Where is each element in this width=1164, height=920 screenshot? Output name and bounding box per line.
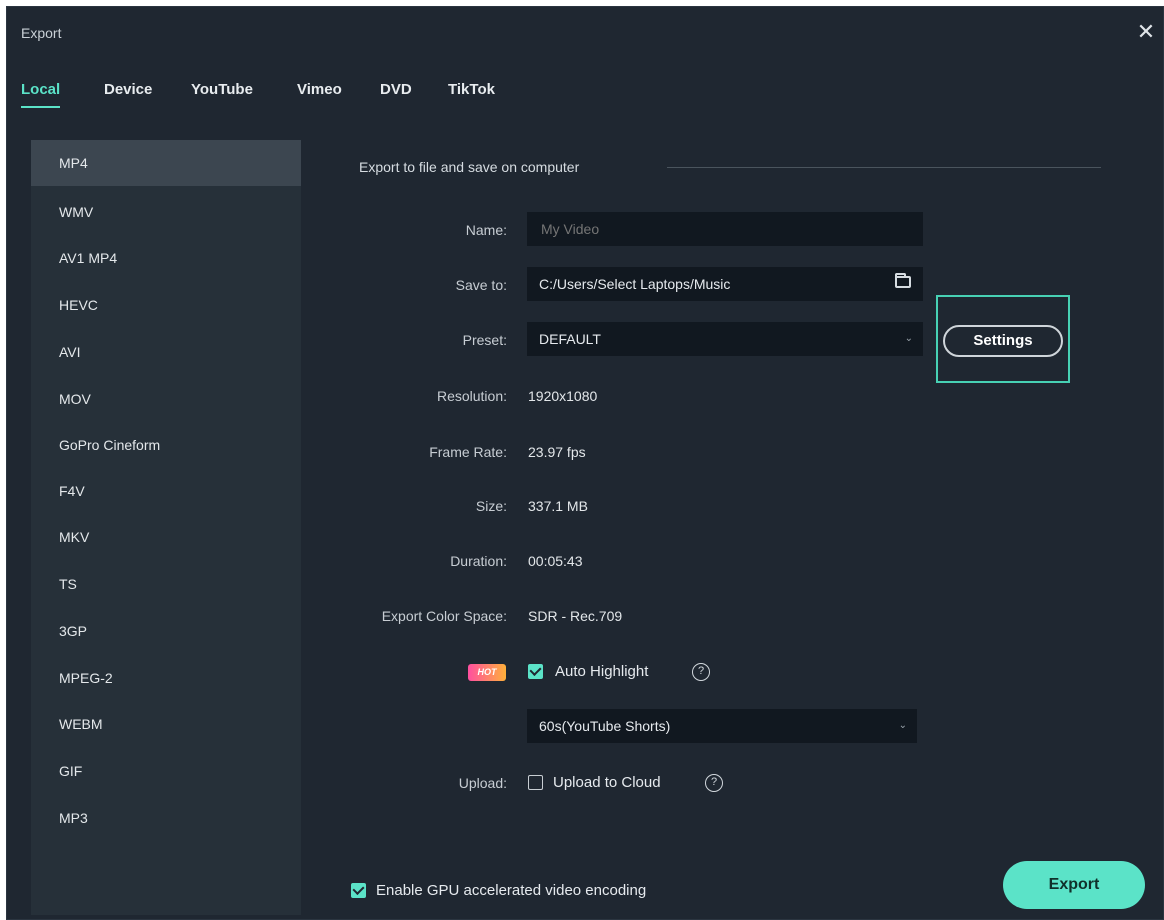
section-divider bbox=[667, 167, 1101, 168]
auto-highlight-checkbox[interactable] bbox=[528, 664, 543, 679]
color-space-value: SDR - Rec.709 bbox=[528, 608, 623, 624]
format-item-av1-mp4[interactable]: AV1 MP4 bbox=[31, 235, 301, 281]
gpu-encoding-label[interactable]: Enable GPU accelerated video encoding bbox=[376, 882, 646, 899]
name-input[interactable] bbox=[539, 220, 903, 238]
name-label: Name: bbox=[465, 222, 507, 238]
preset-select[interactable]: DEFAULT ⌄ bbox=[527, 322, 923, 356]
tab-dvd[interactable]: DVD bbox=[380, 81, 412, 98]
auto-highlight-duration-select[interactable]: 60s(YouTube Shorts) ⌄ bbox=[527, 709, 917, 743]
tab-vimeo[interactable]: Vimeo bbox=[297, 81, 342, 98]
chevron-down-icon: ⌄ bbox=[898, 720, 907, 731]
export-dialog: Export ✕ Local Device YouTube Vimeo DVD … bbox=[6, 6, 1164, 920]
color-space-label: Export Color Space: bbox=[381, 608, 507, 624]
format-item-mpeg-2[interactable]: MPEG-2 bbox=[31, 655, 301, 701]
tab-device[interactable]: Device bbox=[104, 81, 152, 98]
format-item-webm[interactable]: WEBM bbox=[31, 701, 301, 747]
frame-rate-value: 23.97 fps bbox=[528, 444, 586, 460]
upload-to-cloud-checkbox[interactable] bbox=[528, 775, 543, 790]
format-sidebar: MP4 WMV AV1 MP4 HEVC AVI MOV GoPro Cinef… bbox=[31, 140, 301, 915]
duration-value: 00:05:43 bbox=[528, 553, 583, 569]
close-icon[interactable]: ✕ bbox=[1133, 19, 1159, 45]
dialog-title: Export bbox=[21, 25, 62, 41]
gpu-encoding-checkbox[interactable] bbox=[351, 883, 366, 898]
name-field[interactable] bbox=[527, 212, 923, 246]
hot-badge: HOT bbox=[468, 664, 506, 681]
save-to-path: C:/Users/Select Laptops/Music bbox=[539, 276, 731, 292]
settings-button[interactable]: Settings bbox=[943, 325, 1063, 357]
save-to-field[interactable]: C:/Users/Select Laptops/Music bbox=[527, 267, 923, 301]
format-item-mp3[interactable]: MP3 bbox=[31, 795, 301, 841]
export-button[interactable]: Export bbox=[1003, 861, 1145, 909]
title-bar: Export ✕ bbox=[7, 7, 1163, 59]
upload-label: Upload: bbox=[458, 775, 507, 791]
auto-highlight-help-icon[interactable]: ? bbox=[692, 663, 710, 681]
auto-highlight-duration-value: 60s(YouTube Shorts) bbox=[539, 718, 671, 734]
size-value: 337.1 MB bbox=[528, 498, 588, 514]
frame-rate-label: Frame Rate: bbox=[429, 444, 507, 460]
section-title: Export to file and save on computer bbox=[359, 159, 580, 175]
upload-help-icon[interactable]: ? bbox=[705, 774, 723, 792]
size-label: Size: bbox=[475, 498, 507, 514]
tab-tiktok[interactable]: TikTok bbox=[448, 81, 495, 98]
duration-label: Duration: bbox=[450, 553, 507, 569]
upload-to-cloud-label[interactable]: Upload to Cloud bbox=[553, 774, 661, 791]
chevron-down-icon: ⌄ bbox=[904, 333, 913, 344]
resolution-label: Resolution: bbox=[436, 388, 507, 404]
save-to-label: Save to: bbox=[455, 277, 507, 293]
format-item-mp4[interactable]: MP4 bbox=[31, 140, 301, 186]
preset-label: Preset: bbox=[462, 332, 507, 348]
export-tabs: Local Device YouTube Vimeo DVD TikTok bbox=[7, 75, 1163, 115]
tab-local[interactable]: Local bbox=[21, 81, 61, 108]
resolution-value: 1920x1080 bbox=[528, 388, 598, 404]
folder-icon[interactable] bbox=[895, 273, 911, 288]
tab-youtube[interactable]: YouTube bbox=[191, 81, 253, 98]
preset-value: DEFAULT bbox=[539, 331, 601, 347]
auto-highlight-label[interactable]: Auto Highlight bbox=[555, 663, 648, 680]
